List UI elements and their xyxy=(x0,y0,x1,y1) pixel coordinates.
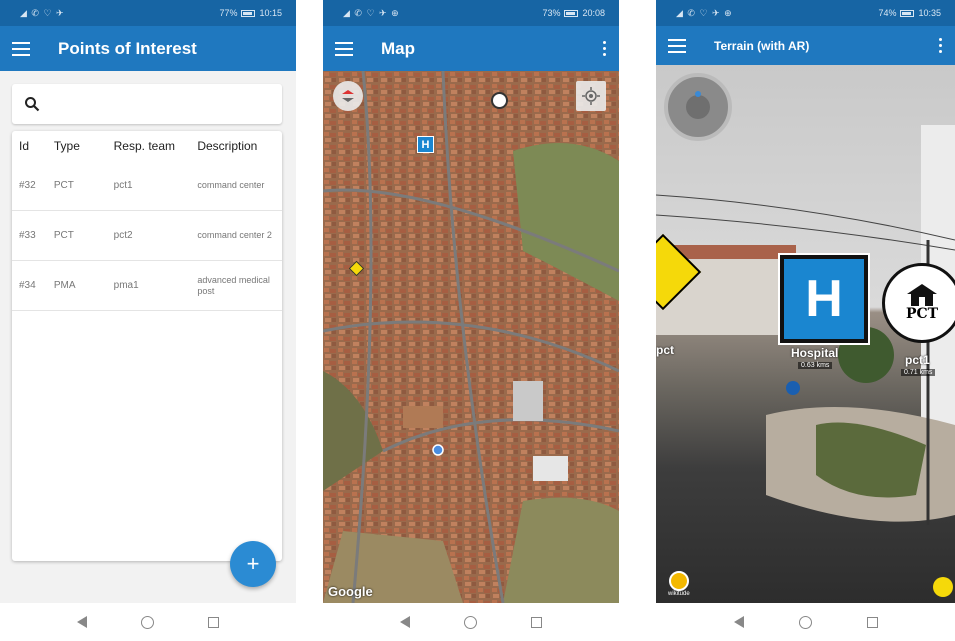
system-nav-bar xyxy=(0,603,296,641)
my-location-icon[interactable] xyxy=(576,81,606,111)
poi-table: Id Type Resp. team Description #32 PCT p… xyxy=(12,131,282,561)
status-icons: ◢ ✆ ♡ ✈ ⊕ xyxy=(676,7,733,18)
pct1-ar-marker[interactable]: PCT xyxy=(882,263,955,343)
battery-icon xyxy=(241,9,256,17)
clock: 20:08 xyxy=(582,8,605,18)
hamburger-menu-icon[interactable] xyxy=(668,38,686,53)
pct1-distance: 0.71 kms xyxy=(901,369,936,376)
page-title: Map xyxy=(381,38,415,58)
home-icon[interactable] xyxy=(798,615,812,629)
status-bar: ◢ ✆ ♡ ✈ ⊕ 74% 10:35 xyxy=(656,0,955,26)
home-icon[interactable] xyxy=(141,615,154,629)
cell-description: command center xyxy=(197,180,265,190)
hospital-label: Hospital xyxy=(791,346,839,360)
cell-id: #33 xyxy=(19,230,36,241)
table-row[interactable]: #32 PCT pct1 command center xyxy=(12,161,282,211)
compass-icon[interactable] xyxy=(333,81,363,111)
table-row[interactable]: #33 PCT pct2 command center 2 xyxy=(12,211,282,261)
system-nav-bar xyxy=(656,603,955,641)
pct1-label: pct1 xyxy=(905,353,930,367)
back-icon[interactable] xyxy=(77,616,87,628)
satellite-map[interactable]: H Google xyxy=(323,71,619,603)
battery-percent: 73% xyxy=(542,8,561,18)
clock: 10:15 xyxy=(259,8,282,18)
cell-team: pct2 xyxy=(113,230,133,241)
map-imagery xyxy=(323,71,619,603)
cell-id: #32 xyxy=(19,180,36,191)
table-header: Id Type Resp. team Description xyxy=(12,131,282,161)
terrain-ar-screen: ◢ ✆ ♡ ✈ ⊕ 74% 10:35 Terrain (with AR) pc… xyxy=(656,0,955,641)
home-icon[interactable] xyxy=(464,615,477,629)
status-bar: ◢ ✆ ♡ ✈ ⊕ 73% 20:08 xyxy=(323,0,619,26)
app-bar: Map xyxy=(323,26,619,71)
table-row[interactable]: #34 PMA pma1 advanced medical post xyxy=(12,261,282,311)
alert-icon[interactable] xyxy=(933,577,953,597)
hamburger-menu-icon[interactable] xyxy=(12,41,30,56)
status-bar: ◢ ✆ ♡ ✈ 77% 10:15 xyxy=(0,0,296,26)
recents-icon[interactable] xyxy=(866,616,878,628)
battery-percent: 74% xyxy=(878,8,897,18)
ar-camera-view[interactable]: pct H Hospital 0.63 kms PCT pct1 0.71 km… xyxy=(656,65,955,603)
hospital-distance: 0.63 kms xyxy=(798,362,833,369)
hospital-ar-marker[interactable]: H xyxy=(778,253,870,345)
pct-symbol: PCT xyxy=(905,306,939,322)
overflow-menu-icon[interactable] xyxy=(939,38,943,53)
wikitude-logo: wikitude xyxy=(668,571,690,597)
hospital-marker[interactable]: H xyxy=(417,136,434,153)
status-icons: ◢ ✆ ♡ ✈ ⊕ xyxy=(343,7,400,18)
hamburger-menu-icon[interactable] xyxy=(335,41,353,56)
battery-icon xyxy=(564,9,579,17)
column-header-type: Type xyxy=(53,139,80,153)
search-bar[interactable] xyxy=(12,84,282,124)
add-poi-button[interactable]: + xyxy=(230,541,276,587)
cell-team: pma1 xyxy=(113,280,139,291)
overflow-menu-icon[interactable] xyxy=(603,41,607,56)
cell-id: #34 xyxy=(19,280,36,291)
column-header-team: Resp. team xyxy=(113,139,175,153)
column-header-id: Id xyxy=(19,139,30,153)
battery-percent: 77% xyxy=(219,8,238,18)
cell-description: advanced medical post xyxy=(197,274,270,296)
command-center-marker-icon[interactable] xyxy=(491,92,508,109)
wikitude-label: wikitude xyxy=(668,591,690,597)
page-title: Points of Interest xyxy=(58,38,197,58)
system-nav-bar xyxy=(323,603,619,641)
clock: 10:35 xyxy=(918,8,941,18)
app-bar: Terrain (with AR) xyxy=(656,26,955,65)
back-icon[interactable] xyxy=(400,616,410,628)
building-icon xyxy=(907,284,937,306)
map-screen: ◢ ✆ ♡ ✈ ⊕ 73% 20:08 Map H Google xyxy=(323,0,619,641)
cell-type: PCT xyxy=(53,230,74,241)
battery-icon xyxy=(900,9,915,17)
radar-compass-icon xyxy=(664,73,732,141)
cell-type: PMA xyxy=(53,280,76,291)
pct-partial-label: pct xyxy=(656,343,674,357)
cell-team: pct1 xyxy=(113,180,133,191)
back-icon[interactable] xyxy=(733,616,744,628)
page-title: Terrain (with AR) xyxy=(714,38,810,53)
recents-icon[interactable] xyxy=(531,616,542,628)
column-header-description: Description xyxy=(197,138,258,153)
cell-description: command center 2 xyxy=(197,230,272,240)
status-icons: ◢ ✆ ♡ ✈ xyxy=(20,7,65,18)
app-bar: Points of Interest xyxy=(0,26,296,71)
points-of-interest-screen: ◢ ✆ ♡ ✈ 77% 10:15 Points of Interest Id … xyxy=(0,0,296,641)
google-attribution: Google xyxy=(328,584,373,599)
recents-icon[interactable] xyxy=(208,616,219,628)
search-icon xyxy=(25,97,40,112)
cell-type: PCT xyxy=(53,180,74,191)
search-input[interactable] xyxy=(48,97,282,111)
